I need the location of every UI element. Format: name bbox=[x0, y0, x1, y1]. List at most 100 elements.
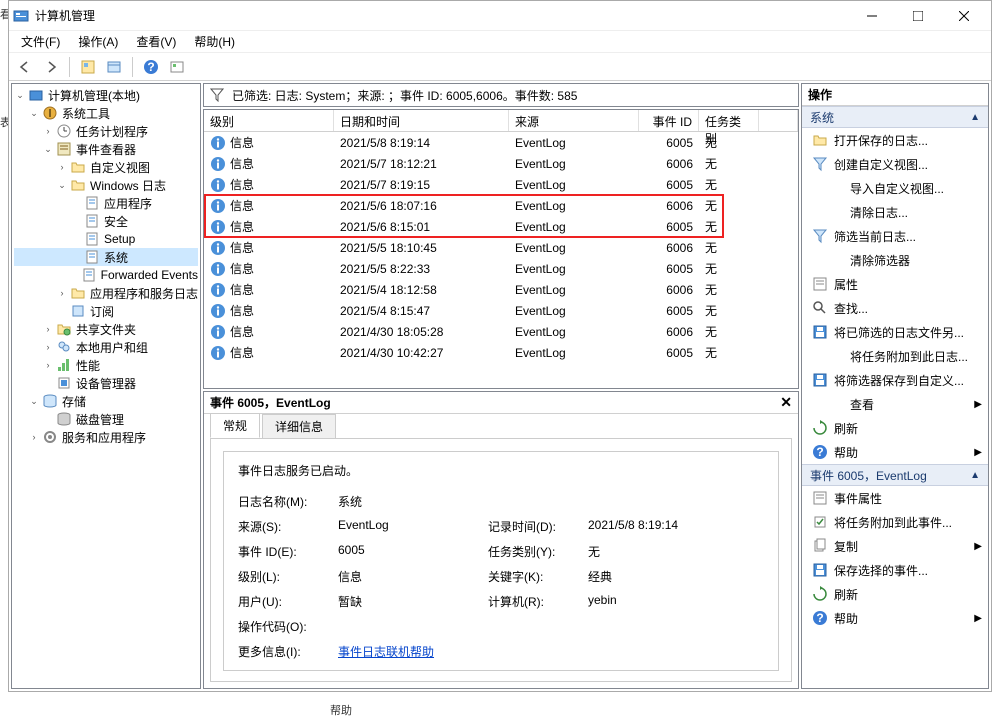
kv-computer-label: 计算机(R): bbox=[488, 593, 578, 610]
action-item[interactable]: 创建自定义视图... bbox=[802, 152, 988, 176]
tree-item[interactable]: Forwarded Events bbox=[14, 266, 198, 284]
tree-item[interactable]: ⌄存储 bbox=[14, 392, 198, 410]
menu-file[interactable]: 文件(F) bbox=[13, 31, 68, 52]
tree-item[interactable]: ›服务和应用程序 bbox=[14, 428, 198, 446]
table-row[interactable]: 信息2021/5/4 18:12:58EventLog6006无 bbox=[204, 279, 798, 300]
col-datetime[interactable]: 日期和时间 bbox=[334, 110, 509, 131]
tree-item[interactable]: 设备管理器 bbox=[14, 374, 198, 392]
action-item[interactable]: 复制▶ bbox=[802, 534, 988, 558]
action-item[interactable]: 将已筛选的日志文件另... bbox=[802, 320, 988, 344]
chevron-right-icon[interactable]: › bbox=[42, 341, 54, 353]
col-event-id[interactable]: 事件 ID bbox=[639, 110, 699, 131]
tree-item[interactable]: ⌄事件查看器 bbox=[14, 140, 198, 158]
action-item[interactable]: 查找... bbox=[802, 296, 988, 320]
col-source[interactable]: 来源 bbox=[509, 110, 639, 131]
action-item[interactable]: 清除筛选器 bbox=[802, 248, 988, 272]
chevron-right-icon[interactable]: › bbox=[28, 431, 40, 443]
chevron-down-icon[interactable]: ⌄ bbox=[42, 143, 54, 155]
action-item[interactable]: ?帮助▶ bbox=[802, 440, 988, 464]
tree-item[interactable]: ⌄系统工具 bbox=[14, 104, 198, 122]
cell-datetime: 2021/5/8 8:19:14 bbox=[334, 136, 509, 150]
tree-item[interactable]: ›应用程序和服务日志 bbox=[14, 284, 198, 302]
chevron-right-icon[interactable]: › bbox=[42, 323, 54, 335]
tree-item[interactable]: 订阅 bbox=[14, 302, 198, 320]
action-item[interactable]: 查看▶ bbox=[802, 392, 988, 416]
menu-view[interactable]: 查看(V) bbox=[128, 31, 184, 52]
chevron-down-icon[interactable]: ⌄ bbox=[28, 107, 40, 119]
action-item[interactable]: 事件属性 bbox=[802, 486, 988, 510]
tree-item[interactable]: ›本地用户和组 bbox=[14, 338, 198, 356]
tree-item[interactable]: 安全 bbox=[14, 212, 198, 230]
online-help-link[interactable]: 事件日志联机帮助 bbox=[338, 643, 478, 660]
tree-item[interactable]: 磁盘管理 bbox=[14, 410, 198, 428]
toolbar-icon[interactable] bbox=[76, 55, 100, 79]
table-row[interactable]: 信息2021/5/6 8:15:01EventLog6005无 bbox=[204, 216, 798, 237]
table-row[interactable]: 信息2021/5/7 18:12:21EventLog6006无 bbox=[204, 153, 798, 174]
chevron-down-icon[interactable]: ⌄ bbox=[14, 89, 26, 101]
tree-item[interactable]: ›任务计划程序 bbox=[14, 122, 198, 140]
navigation-tree[interactable]: ⌄计算机管理(本地)⌄系统工具›任务计划程序⌄事件查看器›自定义视图⌄Windo… bbox=[11, 83, 201, 689]
kv-eventid-value: 6005 bbox=[338, 543, 478, 560]
minimize-button[interactable] bbox=[849, 2, 895, 30]
close-button[interactable] bbox=[941, 2, 987, 30]
chevron-right-icon[interactable]: › bbox=[42, 125, 54, 137]
event-message: 事件日志服务已启动。 bbox=[238, 462, 764, 479]
cell-source: EventLog bbox=[509, 304, 639, 318]
titlebar: 计算机管理 bbox=[9, 1, 991, 31]
chevron-right-icon[interactable]: › bbox=[56, 161, 68, 173]
forward-button[interactable] bbox=[39, 55, 63, 79]
action-label: 查找... bbox=[834, 300, 868, 317]
action-item[interactable]: 将任务附加到此事件... bbox=[802, 510, 988, 534]
chevron-down-icon[interactable]: ⌄ bbox=[56, 179, 68, 191]
toolbar-icon[interactable] bbox=[102, 55, 126, 79]
action-item[interactable]: ?帮助▶ bbox=[802, 606, 988, 630]
tab-general[interactable]: 常规 bbox=[210, 413, 260, 438]
table-row[interactable]: 信息2021/4/30 10:42:27EventLog6005无 bbox=[204, 342, 798, 363]
chevron-down-icon[interactable]: ⌄ bbox=[28, 395, 40, 407]
tree-item[interactable]: 应用程序 bbox=[14, 194, 198, 212]
svg-text:?: ? bbox=[816, 611, 823, 625]
action-item[interactable]: 将筛选器保存到自定义... bbox=[802, 368, 988, 392]
action-item[interactable]: 清除日志... bbox=[802, 200, 988, 224]
action-item[interactable]: 刷新 bbox=[802, 582, 988, 606]
action-item[interactable]: 保存选择的事件... bbox=[802, 558, 988, 582]
table-row[interactable]: 信息2021/5/5 18:10:45EventLog6006无 bbox=[204, 237, 798, 258]
help-button[interactable]: ? bbox=[139, 55, 163, 79]
table-row[interactable]: 信息2021/4/30 18:05:28EventLog6006无 bbox=[204, 321, 798, 342]
action-item[interactable]: 导入自定义视图... bbox=[802, 176, 988, 200]
cell-event-id: 6006 bbox=[639, 157, 699, 171]
table-row[interactable]: 信息2021/5/4 8:15:47EventLog6005无 bbox=[204, 300, 798, 321]
action-item[interactable]: 刷新 bbox=[802, 416, 988, 440]
tree-item[interactable]: ›性能 bbox=[14, 356, 198, 374]
table-row[interactable]: 信息2021/5/7 8:19:15EventLog6005无 bbox=[204, 174, 798, 195]
table-row[interactable]: 信息2021/5/6 18:07:16EventLog6006无 bbox=[204, 195, 798, 216]
action-item[interactable]: 筛选当前日志... bbox=[802, 224, 988, 248]
cell-event-id: 6006 bbox=[639, 283, 699, 297]
actions-section-system[interactable]: 系统▲ bbox=[802, 106, 988, 128]
col-task-category[interactable]: 任务类别 bbox=[699, 110, 759, 131]
tree-item[interactable]: ⌄计算机管理(本地) bbox=[14, 86, 198, 104]
actions-section-event[interactable]: 事件 6005，EventLog▲ bbox=[802, 464, 988, 486]
tab-details[interactable]: 详细信息 bbox=[262, 414, 336, 438]
action-item[interactable]: 打开保存的日志... bbox=[802, 128, 988, 152]
menu-action[interactable]: 操作(A) bbox=[70, 31, 126, 52]
detail-close-button[interactable]: ✕ bbox=[780, 394, 792, 411]
detail-header: 事件 6005，EventLog bbox=[210, 394, 331, 411]
chevron-right-icon[interactable]: › bbox=[42, 359, 54, 371]
chevron-right-icon[interactable]: › bbox=[56, 287, 68, 299]
table-row[interactable]: 信息2021/5/5 8:22:33EventLog6005无 bbox=[204, 258, 798, 279]
table-row[interactable]: 信息2021/5/8 8:19:14EventLog6005无 bbox=[204, 132, 798, 153]
table-body[interactable]: 信息2021/5/8 8:19:14EventLog6005无信息2021/5/… bbox=[204, 132, 798, 388]
menu-help[interactable]: 帮助(H) bbox=[186, 31, 243, 52]
maximize-button[interactable] bbox=[895, 2, 941, 30]
tree-item[interactable]: ⌄Windows 日志 bbox=[14, 176, 198, 194]
col-level[interactable]: 级别 bbox=[204, 110, 334, 131]
toolbar-icon[interactable] bbox=[165, 55, 189, 79]
action-item[interactable]: 属性 bbox=[802, 272, 988, 296]
back-button[interactable] bbox=[13, 55, 37, 79]
tree-item[interactable]: ›自定义视图 bbox=[14, 158, 198, 176]
tree-item[interactable]: Setup bbox=[14, 230, 198, 248]
action-item[interactable]: 将任务附加到此日志... bbox=[802, 344, 988, 368]
tree-item[interactable]: 系统 bbox=[14, 248, 198, 266]
tree-item[interactable]: ›共享文件夹 bbox=[14, 320, 198, 338]
